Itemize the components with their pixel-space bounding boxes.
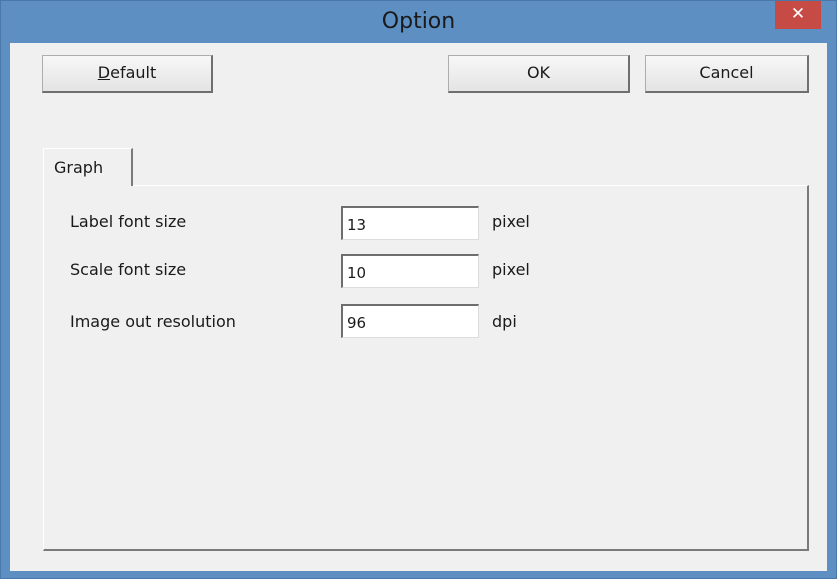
default-button[interactable]: Default: [42, 55, 213, 93]
scale-font-size-unit: pixel: [492, 260, 530, 279]
scale-font-size-label: Scale font size: [70, 260, 187, 279]
window-title: Option: [381, 9, 456, 34]
image-out-resolution-label: Image out resolution: [70, 312, 236, 331]
label-font-size-input[interactable]: [341, 206, 479, 240]
cancel-button[interactable]: Cancel: [645, 55, 809, 93]
tab-graph-label: Graph: [54, 158, 104, 177]
image-out-resolution-unit: dpi: [492, 312, 517, 331]
default-button-label: efault: [110, 63, 157, 82]
default-button-mnemonic: D: [97, 63, 111, 82]
label-font-size-label: Label font size: [70, 212, 187, 231]
close-icon: ✕: [790, 4, 806, 24]
close-button[interactable]: ✕: [775, 1, 821, 29]
tab-graph[interactable]: Graph: [43, 148, 133, 186]
image-out-resolution-input[interactable]: [341, 304, 479, 338]
title-bar[interactable]: Option ✕: [1, 1, 836, 43]
label-font-size-unit: pixel: [492, 212, 530, 231]
ok-button-label: OK: [526, 63, 551, 82]
scale-font-size-input[interactable]: [341, 254, 479, 288]
cancel-button-label: Cancel: [699, 63, 754, 82]
ok-button[interactable]: OK: [448, 55, 630, 93]
